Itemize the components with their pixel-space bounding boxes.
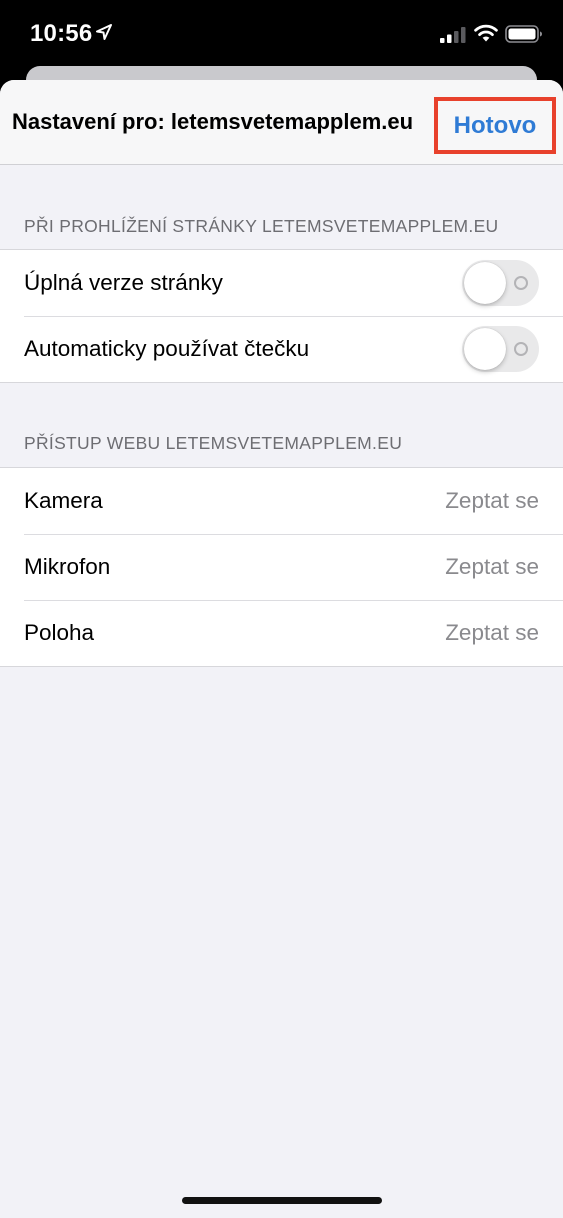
navigation-bar: Nastavení pro: letemsvetemapplem.eu Hoto… [0, 80, 563, 165]
list-item-auto-reader: Automaticky používat čtečku [0, 316, 563, 382]
location-arrow-icon [96, 24, 112, 40]
website-settings-sheet: Nastavení pro: letemsvetemapplem.eu Hoto… [0, 80, 563, 1218]
row-value: Zeptat se [445, 488, 539, 513]
status-time: 10:56 [30, 20, 93, 47]
viewing-settings-group: Úplná verze stránky Automaticky používat… [0, 249, 563, 383]
row-label: Automaticky používat čtečku [24, 336, 310, 361]
list-item-desktop-site: Úplná verze stránky [0, 250, 563, 316]
toggle-knob [464, 262, 506, 304]
screen: 10:56 Nastavení pro: letemsvetemapplem.e… [0, 0, 563, 1218]
section-header-access: Přístup webu letemsvetemapplem.eu [24, 433, 403, 453]
page-title: Nastavení pro: letemsvetemapplem.eu [12, 109, 414, 134]
access-settings-group: Kamera Zeptat se Mikrofon Zeptat se Polo… [0, 467, 563, 667]
battery-icon [505, 25, 542, 43]
list-item-location[interactable]: Poloha Zeptat se [0, 600, 563, 666]
row-label: Mikrofon [24, 554, 111, 579]
desktop-site-toggle[interactable] [462, 260, 539, 306]
home-indicator[interactable] [182, 1197, 382, 1204]
row-value: Zeptat se [445, 620, 539, 645]
status-bar: 10:56 [0, 0, 563, 66]
toggle-knob [464, 328, 506, 370]
row-label: Poloha [24, 620, 95, 645]
list-item-camera[interactable]: Kamera Zeptat se [0, 468, 563, 534]
toggle-off-icon [514, 342, 528, 356]
cellular-signal-icon [440, 27, 466, 43]
done-button[interactable]: Hotovo [434, 97, 556, 154]
toggle-off-icon [514, 276, 528, 290]
section-header-viewing: Při prohlížení stránky letemsvetemapplem… [24, 216, 499, 236]
row-value: Zeptat se [445, 554, 539, 579]
auto-reader-toggle[interactable] [462, 326, 539, 372]
list-item-microphone[interactable]: Mikrofon Zeptat se [0, 534, 563, 600]
wifi-icon [474, 24, 498, 42]
row-label: Kamera [24, 488, 103, 513]
row-label: Úplná verze stránky [24, 270, 223, 295]
